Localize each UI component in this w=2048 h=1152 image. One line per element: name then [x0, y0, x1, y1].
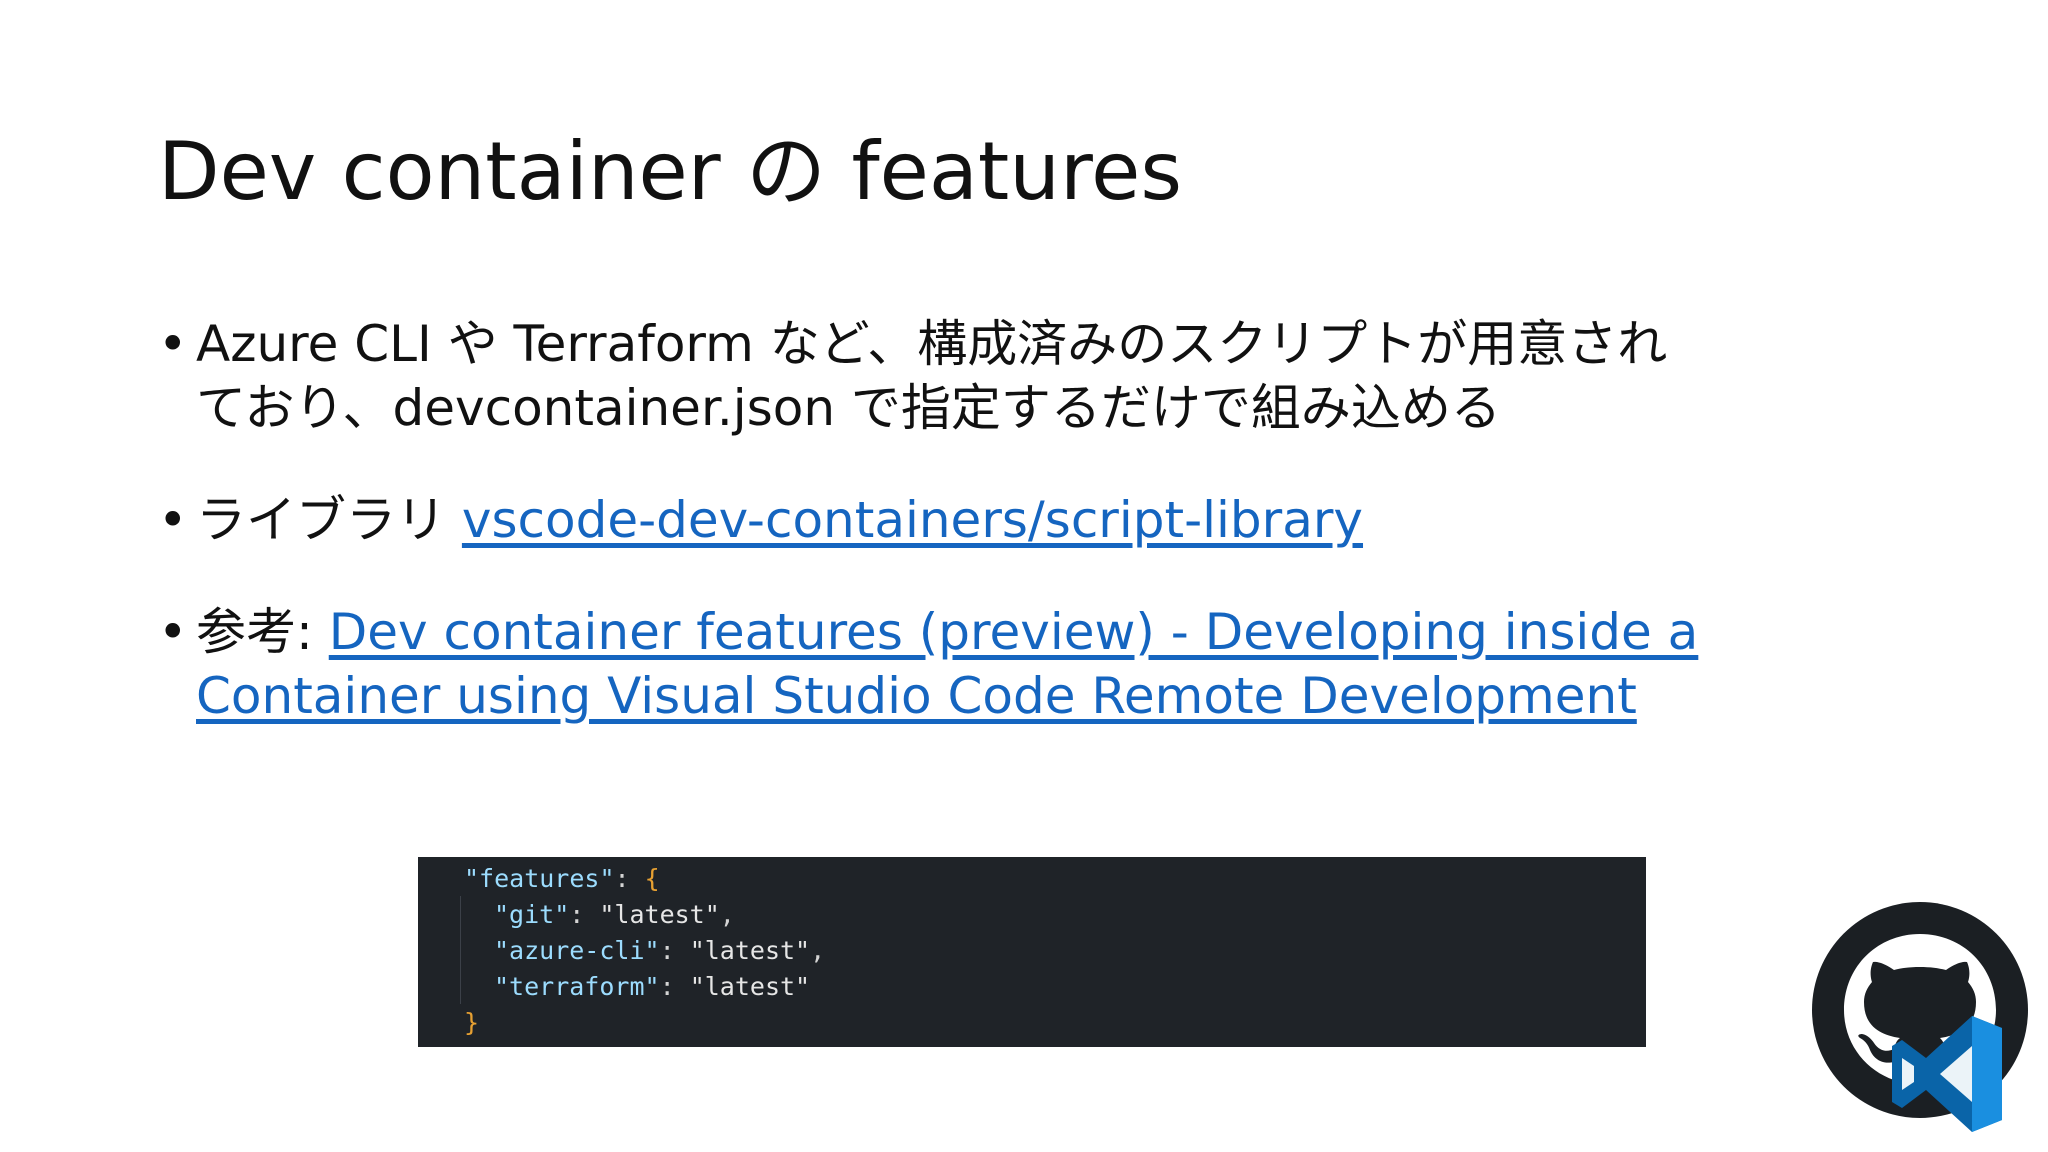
bullet-reference-line-2: Container using Visual Studio Code Remot… [196, 664, 1898, 728]
bullet-line-1: Azure CLI や Terraform など、構成済みのスクリプトが用意され [196, 315, 1668, 373]
bullet-library: ライブラリ vscode-dev-containers/script-libra… [158, 488, 1898, 552]
code-colon: : [614, 864, 645, 893]
code-value-terraform: "latest" [689, 972, 811, 1001]
bullet-list: Azure CLI や Terraform など、構成済みのスクリプトが用意され… [158, 312, 1898, 776]
slide-title: Dev container の features [158, 125, 1183, 218]
code-key-azure-cli: "azure-cli" [494, 936, 660, 965]
indent-guide [460, 896, 461, 1004]
code-close-brace: } [464, 1008, 480, 1037]
library-label: ライブラリ [196, 491, 462, 549]
code-open-brace: { [644, 864, 660, 893]
code-value-azure-cli: "latest" [689, 936, 811, 965]
code-line-terraform: "terraform": "latest" [494, 972, 811, 1001]
code-value-git: "latest" [599, 900, 720, 929]
bullet-features-description: Azure CLI や Terraform など、構成済みのスクリプトが用意され… [158, 312, 1898, 440]
code-line-git: "git": "latest", [494, 900, 735, 929]
logo-group [1812, 902, 2028, 1132]
slide: Dev container の features Azure CLI や Ter… [0, 0, 2048, 1152]
code-key-git: "git" [494, 900, 570, 929]
code-key-features: "features" [464, 864, 615, 893]
code-line-features: "features": { [418, 861, 1646, 897]
reference-label: 参考: [196, 603, 329, 661]
bullet-reference: 参考: Dev container features (preview) - D… [158, 600, 1898, 728]
reference-link-part-2[interactable]: Container using Visual Studio Code Remot… [196, 667, 1637, 725]
code-line-close: } [418, 1005, 1646, 1041]
bullet-library-line: ライブラリ vscode-dev-containers/script-libra… [196, 488, 1898, 552]
code-snippet: "features": { "git": "latest", "azure-cl… [418, 857, 1646, 1047]
reference-link-part-1[interactable]: Dev container features (preview) - Devel… [329, 603, 1699, 661]
code-line-azure-cli: "azure-cli": "latest", [494, 936, 826, 965]
bullet-reference-line-1: 参考: Dev container features (preview) - D… [196, 600, 1898, 664]
script-library-link[interactable]: vscode-dev-containers/script-library [462, 491, 1363, 549]
code-key-terraform: "terraform" [494, 972, 660, 1001]
bullet-line-2: ており、devcontainer.json で指定するだけで組み込める [196, 379, 1501, 437]
